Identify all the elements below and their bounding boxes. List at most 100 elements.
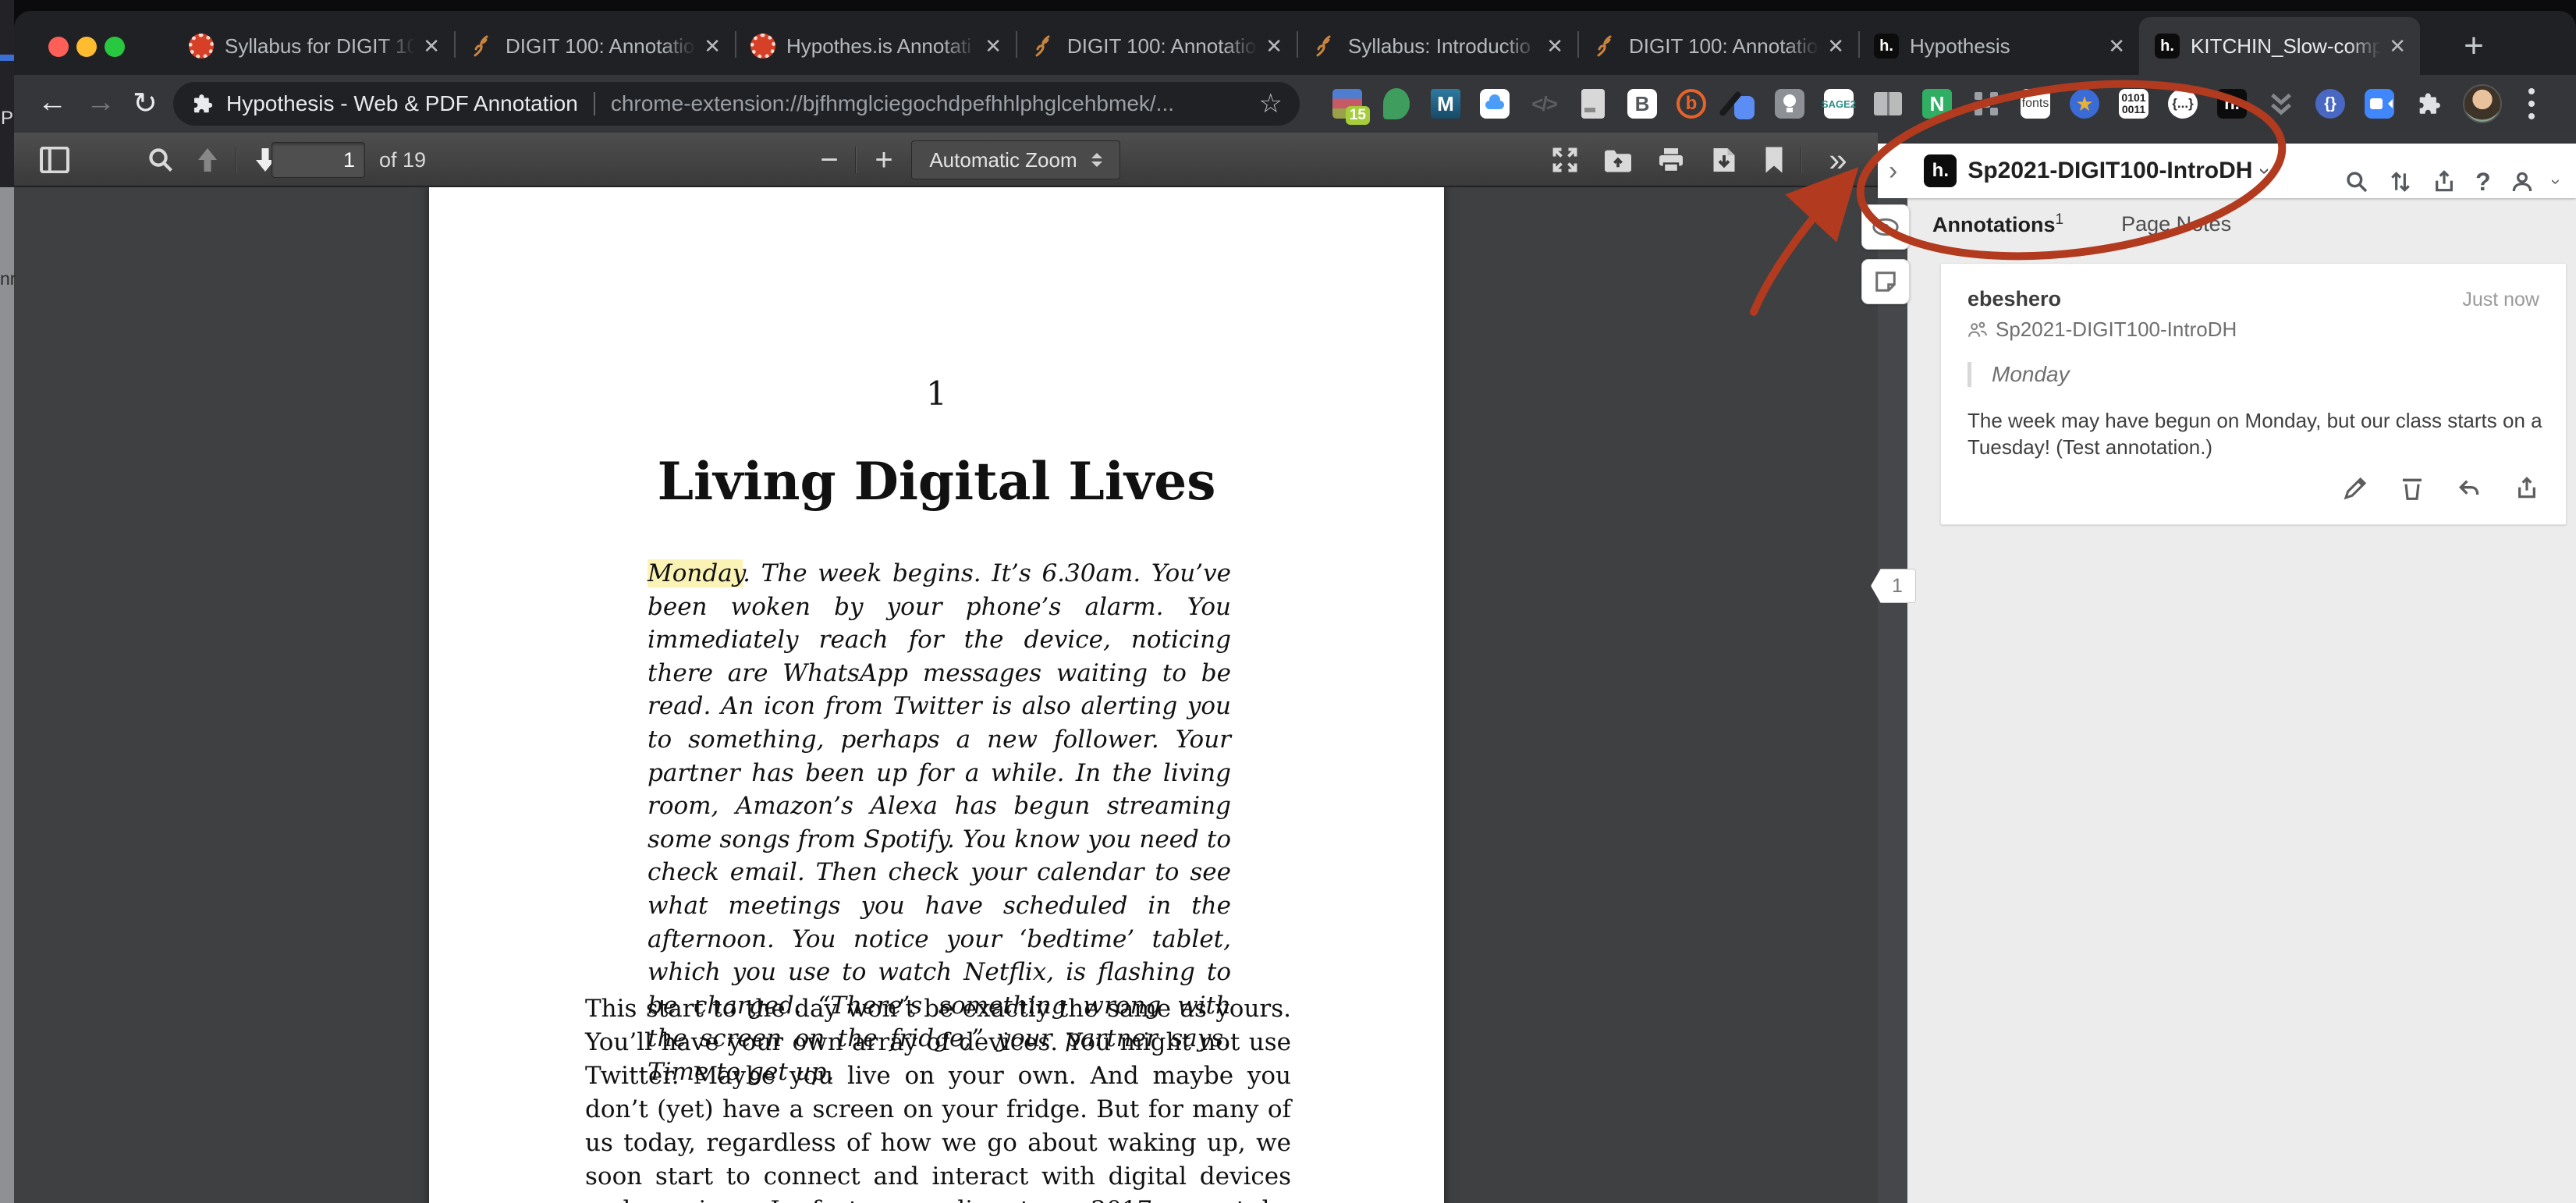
n-extension-icon[interactable]: N (1922, 89, 1952, 119)
dots-extension-icon[interactable] (1971, 89, 2001, 119)
annotation-card[interactable]: ebeshero Just now Sp2021-DIGIT100-IntroD… (1940, 263, 2567, 525)
close-window-button[interactable] (48, 37, 69, 57)
tab-digit100-annotation-1[interactable]: DIGIT 100: Annotatio ✕ (454, 17, 735, 75)
tab-separator (735, 31, 736, 58)
profile-avatar[interactable] (2463, 84, 2502, 123)
tab-syllabus-digit100[interactable]: Syllabus for DIGIT 10 ✕ (173, 17, 454, 75)
b-extension-icon[interactable]: B (1627, 89, 1657, 119)
url-text[interactable]: chrome-extension://bjfhmglciegochdpefhhl… (611, 91, 1247, 116)
sage2-extension-icon[interactable]: SAGE2 (1822, 89, 1856, 119)
group-selector[interactable]: Sp2021-DIGIT100-IntroDH (1967, 158, 2252, 184)
find-in-document-icon[interactable] (137, 133, 184, 187)
tab-hypothesis-annotation[interactable]: Hypothes.is Annotati ✕ (735, 17, 1016, 75)
pdf-viewer[interactable]: 1 Living Digital Lives Monday. The week … (14, 187, 1878, 1203)
extension-puzzle-icon (194, 94, 213, 113)
braces-extension-icon[interactable]: {} (2315, 89, 2345, 119)
sidebar-edge-strip (1878, 198, 1907, 1203)
more-tools-icon[interactable]: » (1813, 133, 1863, 187)
account-icon[interactable] (2510, 169, 2535, 194)
annotation-actions (1967, 476, 2539, 501)
delete-annotation-icon[interactable] (2400, 476, 2424, 501)
bookmark-icon[interactable] (1752, 133, 1796, 187)
gecko-favicon (1593, 34, 1618, 59)
zoom-in-icon[interactable]: + (864, 133, 903, 187)
share-icon[interactable] (2432, 169, 2457, 194)
annotation-author[interactable]: ebeshero (1967, 287, 2061, 311)
annotation-timestamp[interactable]: Just now (2462, 289, 2539, 311)
close-tab-icon[interactable]: ✕ (1827, 36, 1844, 56)
tab-manager-extension-icon[interactable]: 15 (1332, 89, 1370, 125)
close-tab-icon[interactable]: ✕ (2389, 36, 2406, 56)
reply-annotation-icon[interactable] (2457, 476, 2482, 501)
fullscreen-window-button[interactable] (105, 37, 125, 57)
reload-button[interactable]: ↻ (133, 86, 158, 121)
document-extension-icon[interactable] (1578, 89, 1608, 119)
close-tab-icon[interactable]: ✕ (985, 36, 1002, 56)
help-icon[interactable]: ? (2475, 168, 2491, 197)
binary-extension-icon[interactable]: 0101 0011 (2119, 89, 2148, 119)
chevron-down-icon[interactable]: › (2253, 168, 2277, 175)
search-icon[interactable] (2344, 169, 2369, 194)
window-controls (48, 37, 125, 57)
show-highlights-button[interactable] (1861, 204, 1910, 250)
double-chevron-extension-icon[interactable] (2266, 89, 2296, 119)
edit-annotation-icon[interactable] (2343, 476, 2368, 501)
share-annotation-icon[interactable] (2514, 476, 2539, 501)
browser-menu-icon[interactable] (2528, 88, 2535, 119)
color-picker-extension-icon[interactable] (1726, 89, 1755, 119)
sidebar-toggle-icon[interactable] (31, 133, 78, 187)
chevron-down-icon[interactable]: › (2546, 179, 2566, 184)
highlighted-text[interactable]: Monday (648, 559, 743, 587)
tab-digit100-annotation-2[interactable]: DIGIT 100: Annotatio ✕ (1016, 17, 1297, 75)
m-extension-icon[interactable]: M (1431, 89, 1460, 119)
close-tab-icon[interactable]: ✕ (704, 36, 721, 56)
tab-annotations[interactable]: Annotations1 (1932, 211, 2063, 237)
bookmark-star-icon[interactable]: ☆ (1259, 88, 1283, 119)
hypothesis-favicon: h. (1874, 34, 1899, 59)
book-extension-icon[interactable] (1873, 89, 1903, 119)
open-file-icon[interactable] (1595, 133, 1641, 187)
presentation-mode-icon[interactable] (1542, 133, 1588, 187)
ellipsis-extension-icon[interactable]: {...} (2168, 89, 2198, 119)
omnibox[interactable]: Hypothesis - Web & PDF Annotation chrome… (173, 82, 1300, 126)
tab-digit100-annotation-3[interactable]: DIGIT 100: Annotatio ✕ (1577, 17, 1858, 75)
annotation-group-row[interactable]: Sp2021-DIGIT100-IntroDH (1967, 318, 2539, 342)
close-tab-icon[interactable]: ✕ (423, 36, 440, 56)
new-tab-button[interactable]: + (2453, 25, 2495, 67)
extensions-menu-icon[interactable] (2414, 89, 2443, 119)
tab-kitchin-slow-comp-active[interactable]: h. KITCHIN_Slow-comp ✕ (2139, 17, 2420, 75)
tab-separator (1858, 31, 1860, 58)
desktop-gray-area (0, 187, 14, 1203)
fonts-extension-icon[interactable]: fonts (2021, 89, 2050, 119)
minimize-window-button[interactable] (76, 37, 97, 57)
sort-annotations-icon[interactable] (2388, 169, 2413, 194)
tab-syllabus-introduction[interactable]: Syllabus: Introductio ✕ (1297, 17, 1577, 75)
forward-button[interactable]: → (86, 86, 115, 119)
eye-icon (1872, 218, 1899, 236)
zoom-out-icon[interactable]: − (810, 133, 849, 187)
select-arrows-icon (1091, 153, 1102, 167)
download-icon[interactable] (1701, 133, 1747, 187)
basecamp-extension-icon[interactable]: b (1677, 89, 1706, 119)
zoom-camera-extension-icon[interactable] (2365, 89, 2394, 119)
hypothesis-extension-icon[interactable]: h. (2217, 89, 2247, 119)
previous-page-icon[interactable] (187, 133, 228, 187)
new-page-note-button[interactable] (1861, 259, 1910, 304)
close-tab-icon[interactable]: ✕ (1546, 36, 1563, 56)
collapse-sidebar-icon[interactable]: › (1889, 156, 1897, 186)
icloud-extension-icon[interactable] (1480, 89, 1510, 119)
tab-page-notes[interactable]: Page Notes (2121, 212, 2231, 236)
close-tab-icon[interactable]: ✕ (2108, 36, 2125, 56)
close-tab-icon[interactable]: ✕ (1265, 36, 1283, 56)
lightbulb-extension-icon[interactable] (1775, 89, 1804, 119)
leaf-extension-icon[interactable] (1382, 88, 1411, 119)
second-paragraph: This start to the day won’t be exactly t… (585, 995, 1291, 1203)
zoom-level-select[interactable]: Automatic Zoom (911, 140, 1120, 179)
star-badge-extension-icon[interactable]: ★ (2070, 89, 2099, 119)
code-brackets-extension-icon[interactable]: </> (1529, 89, 1559, 119)
print-icon[interactable] (1648, 133, 1694, 187)
tab-hypothesis-home[interactable]: h. Hypothesis ✕ (1858, 17, 2139, 75)
back-button[interactable]: ← (37, 86, 67, 119)
tab-separator (454, 31, 456, 58)
page-number-input[interactable] (271, 142, 365, 178)
